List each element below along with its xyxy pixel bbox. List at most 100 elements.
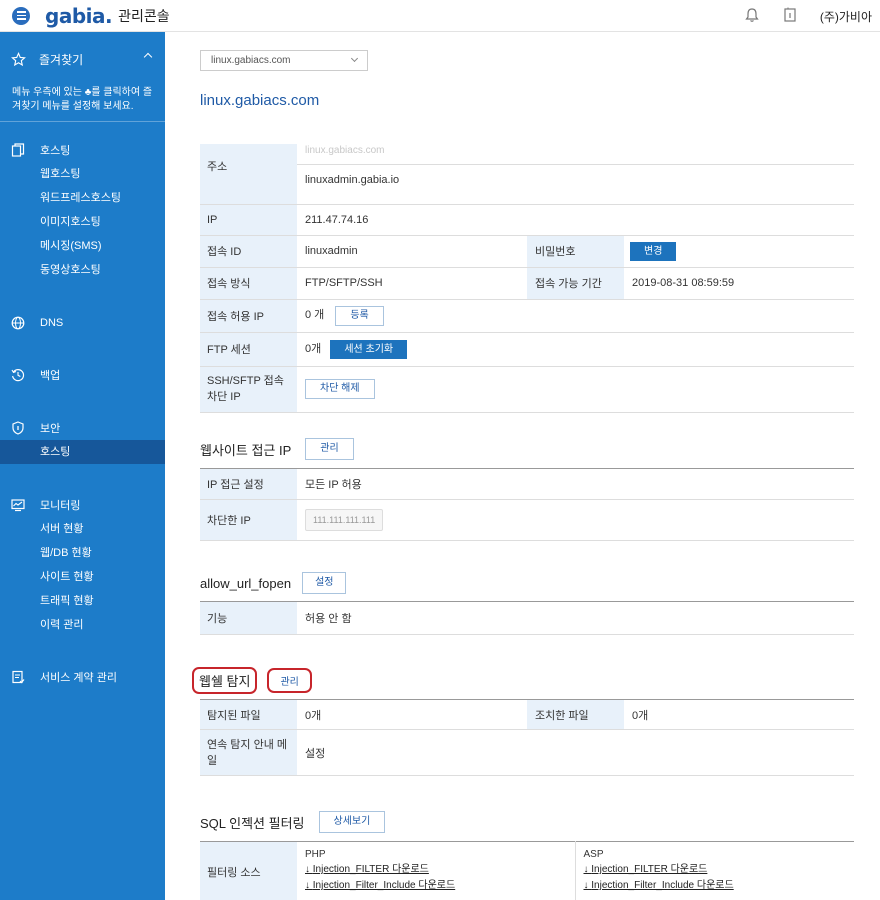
sidebar-label: 백업 — [40, 370, 61, 382]
ftp-cell: 0개 세션 초기화 — [297, 332, 854, 367]
sidebar-favorites[interactable]: 즐겨찾기 — [0, 32, 165, 86]
period-label: 접속 가능 기간 — [527, 267, 624, 300]
sidebar-item-security[interactable]: 보안 — [0, 416, 165, 440]
gabia-logo[interactable]: gabia. — [45, 4, 113, 28]
table-row: FTP 세션 0개 세션 초기화 — [200, 332, 854, 367]
table-row: 접속 ID linuxadmin 비밀번호 변경 — [200, 235, 854, 268]
asp-filter-download-link[interactable]: ↓ Injection_FILTER 다운로드 — [584, 862, 855, 878]
php-label: PHP — [305, 849, 326, 860]
website-ip-manage-button[interactable]: 관리 — [305, 438, 354, 460]
notice-mail-value[interactable]: 설정 — [297, 729, 854, 776]
webshell-header: 웹쉘 탐지 관리 — [192, 667, 312, 694]
sidebar-item-hosting[interactable]: 호스팅 — [0, 138, 165, 162]
sql-detail-button[interactable]: 상세보기 — [318, 811, 386, 833]
sidebar-item-webdb-status[interactable]: 웹/DB 현황 — [0, 541, 165, 565]
info-table: 주소 linux.gabiacs.com linuxadmin.gabia.io… — [200, 144, 854, 413]
monitor-icon — [11, 498, 25, 512]
favorites-label: 즐겨찾기 — [39, 52, 84, 67]
sidebar-item-wordpress-hosting[interactable]: 워드프레스호스팅 — [0, 186, 165, 210]
sidebar-item-image-hosting[interactable]: 이미지호스팅 — [0, 210, 165, 234]
unblock-button[interactable]: 차단 해제 — [305, 379, 375, 399]
blocked-ip-field[interactable]: 111.111.111.111 — [305, 509, 384, 531]
method-label: 접속 방식 — [200, 267, 297, 300]
table-row: SSH/SFTP 접속 차단 IP 차단 해제 — [200, 366, 854, 413]
sidebar-item-server-status[interactable]: 서버 현황 — [0, 517, 165, 541]
favorites-note: 메뉴 우측에 있는 ♣를 클릭하여 즐겨찾기 메뉴를 설정해 보세요. — [0, 86, 165, 122]
sql-table: 필터링 소스 PHP ↓ Injection_FILTER 다운로드 ↓ Inj… — [200, 841, 854, 900]
chevron-up-icon[interactable] — [143, 52, 153, 62]
top-bar: gabia. 관리콘솔 (주)가비아 — [0, 0, 880, 32]
register-ip-button[interactable]: 등록 — [335, 305, 384, 326]
url-fopen-title: allow_url_fopen — [200, 575, 292, 591]
notice-mail-label: 연속 탐지 안내 메일 — [200, 729, 297, 776]
sidebar-item-video-hosting[interactable]: 동영상호스팅 — [0, 258, 165, 282]
ssh-cell: 차단 해제 — [297, 366, 854, 413]
table-row: 필터링 소스 PHP ↓ Injection_FILTER 다운로드 ↓ Inj… — [200, 841, 855, 900]
address-value: linuxadmin.gabia.io — [305, 174, 400, 186]
sidebar-item-site-status[interactable]: 사이트 현황 — [0, 565, 165, 589]
url-fopen-setting-button[interactable]: 설정 — [302, 572, 347, 594]
sidebar-label: 호스팅 — [40, 145, 71, 157]
sidebar-item-monitoring[interactable]: 모니터링 — [0, 493, 165, 517]
asp-include-download-link[interactable]: ↓ Injection_Filter_Include 다운로드 — [584, 878, 855, 894]
hosting-icon — [11, 143, 25, 157]
period-value: 2019-08-31 08:59:59 — [624, 267, 854, 300]
sidebar-label: 서비스 계약 관리 — [40, 672, 117, 684]
main-content: linux.gabiacs.com linux.gabiacs.com 주소 l… — [165, 32, 880, 900]
ip-value: 211.47.74.16 — [297, 204, 854, 236]
table-row: 연속 탐지 안내 메일 설정 — [200, 729, 854, 776]
change-password-button[interactable]: 변경 — [630, 241, 677, 261]
ftp-value: 0개 — [305, 342, 322, 355]
php-filter-download-link[interactable]: ↓ Injection_FILTER 다운로드 — [305, 862, 575, 878]
table-row: 차단한 IP 111.111.111.111 — [200, 499, 854, 541]
bell-icon[interactable] — [744, 7, 760, 26]
webshell-manage-button[interactable]: 관리 — [269, 672, 309, 689]
domain-select-value: linux.gabiacs.com — [211, 55, 291, 66]
sidebar-item-history[interactable]: 이력 관리 — [0, 613, 165, 637]
sidebar-item-traffic-status[interactable]: 트래픽 현황 — [0, 589, 165, 613]
detected-label: 탐지된 파일 — [200, 699, 297, 730]
sidebar-item-dns[interactable]: DNS — [0, 311, 165, 335]
contract-icon — [11, 670, 25, 684]
sidebar-item-backup[interactable]: 백업 — [0, 363, 165, 387]
blocked-ip-label: 차단한 IP — [200, 499, 297, 541]
domain-select[interactable]: linux.gabiacs.com — [200, 50, 368, 71]
detected-value: 0개 — [297, 699, 527, 730]
ssh-label: SSH/SFTP 접속 차단 IP — [200, 366, 297, 413]
ip-setting-label: IP 접근 설정 — [200, 468, 297, 500]
pw-cell: 변경 — [624, 235, 854, 268]
reset-session-button[interactable]: 세션 초기화 — [330, 339, 408, 359]
webshell-title: 웹쉘 탐지 — [192, 667, 258, 694]
address-label: 주소 — [200, 144, 297, 205]
sidebar-item-contract[interactable]: 서비스 계약 관리 — [0, 665, 165, 689]
ftp-label: FTP 세션 — [200, 332, 297, 367]
domain-title: linux.gabiacs.com — [200, 92, 320, 109]
php-include-download-link[interactable]: ↓ Injection_Filter_Include 다운로드 — [305, 878, 575, 894]
sidebar-item-web-hosting[interactable]: 웹호스팅 — [0, 162, 165, 186]
table-row: 접속 방식 FTP/SFTP/SSH 접속 가능 기간 2019-08-31 0… — [200, 267, 854, 300]
company-name[interactable]: (주)가비아 — [820, 8, 872, 25]
table-row: 주소 linux.gabiacs.com linuxadmin.gabia.io — [200, 144, 854, 205]
chevron-down-icon — [350, 54, 359, 63]
address-cell: linux.gabiacs.com linuxadmin.gabia.io — [297, 144, 854, 205]
table-row: 접속 허용 IP 0 개 등록 — [200, 299, 854, 333]
allow-ip-cell: 0 개 등록 — [297, 299, 854, 333]
sidebar: 즐겨찾기 메뉴 우측에 있는 ♣를 클릭하여 즐겨찾기 메뉴를 설정해 보세요.… — [0, 32, 165, 900]
menu-icon[interactable] — [12, 6, 30, 25]
allow-ip-label: 접속 허용 IP — [200, 299, 297, 333]
id-label: 접속 ID — [200, 235, 297, 268]
handled-value: 0개 — [624, 699, 854, 730]
sql-title: SQL 인젝션 필터링 — [200, 815, 305, 831]
globe-icon — [11, 316, 25, 330]
star-icon — [11, 51, 26, 67]
handled-label: 조치한 파일 — [527, 699, 624, 730]
asp-cell: ASP ↓ Injection_FILTER 다운로드 ↓ Injection_… — [575, 841, 855, 900]
webshell-manage-highlight: 관리 — [267, 668, 312, 693]
sidebar-item-sms[interactable]: 메시징(SMS) — [0, 234, 165, 258]
sidebar-item-security-hosting[interactable]: 호스팅 — [0, 440, 165, 464]
url-fopen-table: 기능 허용 안 함 — [200, 601, 854, 635]
table-row: IP 211.47.74.16 — [200, 204, 854, 236]
table-row: 탐지된 파일 0개 조치한 파일 0개 — [200, 699, 854, 730]
notice-icon[interactable] — [782, 7, 798, 26]
webshell-table: 탐지된 파일 0개 조치한 파일 0개 연속 탐지 안내 메일 설정 — [200, 699, 854, 776]
